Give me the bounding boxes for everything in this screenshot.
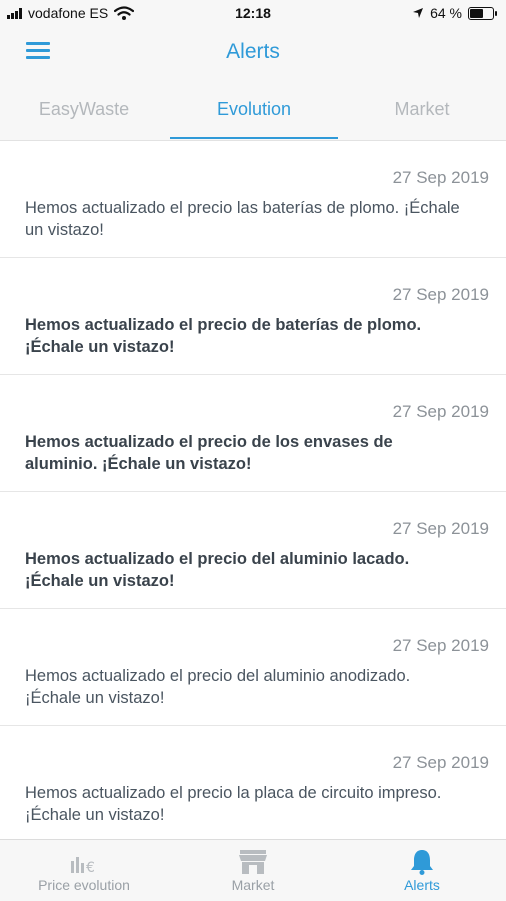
alert-item[interactable]: 27 Sep 2019 Hemos actualizado el precio …: [0, 492, 506, 609]
svg-text:€: €: [86, 860, 95, 875]
alert-item[interactable]: 27 Sep 2019 Hemos actualizado el precio …: [0, 258, 506, 375]
battery-percent: 64 %: [430, 5, 462, 21]
status-bar: vodafone ES 12:18 64 %: [0, 0, 506, 26]
alert-date: 27 Sep 2019: [392, 519, 489, 538]
alert-date: 27 Sep 2019: [392, 168, 489, 187]
nav-label: Market: [231, 877, 275, 893]
alert-message: Hemos actualizado el precio del aluminio…: [25, 550, 410, 590]
alert-item[interactable]: 27 Sep 2019 Hemos actualizado el precio …: [0, 726, 506, 839]
battery-fill: [470, 8, 483, 18]
battery-icon: [468, 6, 497, 20]
market-store-icon: [239, 850, 267, 874]
nav-market[interactable]: Market: [169, 840, 337, 901]
bell-icon: [411, 850, 433, 875]
alert-message: Hemos actualizado el precio las baterías…: [25, 199, 460, 239]
alert-item[interactable]: 27 Sep 2019 Hemos actualizado el precio …: [0, 141, 506, 258]
tab-market[interactable]: Market: [338, 76, 506, 140]
tab-bar: EasyWaste Evolution Market: [0, 76, 506, 141]
alert-date: 27 Sep 2019: [392, 753, 489, 772]
location-arrow-icon: [413, 8, 424, 18]
bottom-nav: € Price evolution Market Alerts: [0, 839, 506, 901]
nav-label: Price evolution: [38, 877, 130, 893]
nav-alerts[interactable]: Alerts: [338, 840, 506, 901]
nav-price-evolution[interactable]: € Price evolution: [0, 840, 168, 901]
active-tab-indicator: [170, 137, 338, 139]
alert-date: 27 Sep 2019: [392, 402, 489, 421]
alert-item[interactable]: 27 Sep 2019 Hemos actualizado el precio …: [0, 375, 506, 492]
nav-label: Alerts: [404, 877, 440, 893]
page-title: Alerts: [226, 40, 280, 63]
app-header: Alerts: [0, 26, 506, 76]
tab-evolution[interactable]: Evolution: [170, 76, 338, 140]
alert-message: Hemos actualizado el precio de baterías …: [25, 316, 422, 356]
alert-date: 27 Sep 2019: [392, 636, 489, 655]
alert-date: 27 Sep 2019: [392, 285, 489, 304]
alerts-list[interactable]: 27 Sep 2019 Hemos actualizado el precio …: [0, 141, 506, 839]
price-evolution-icon: €: [71, 857, 95, 875]
alert-message: Hemos actualizado el precio la placa de …: [25, 784, 442, 824]
alert-message: Hemos actualizado el precio del aluminio…: [25, 667, 411, 707]
alert-message: Hemos actualizado el precio de los envas…: [25, 433, 393, 473]
tab-easywaste[interactable]: EasyWaste: [0, 76, 168, 140]
status-right: 64 %: [412, 5, 497, 21]
alert-item[interactable]: 27 Sep 2019 Hemos actualizado el precio …: [0, 609, 506, 726]
